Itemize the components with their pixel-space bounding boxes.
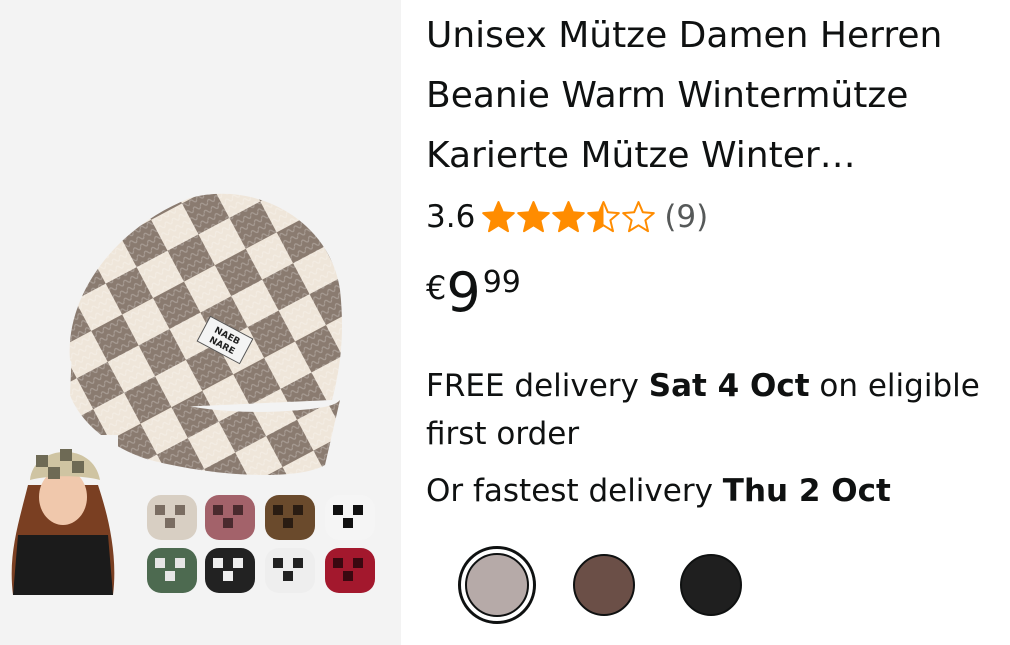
- currency-symbol: €: [426, 269, 447, 307]
- price: € 9 99: [426, 258, 521, 328]
- star-rating[interactable]: [481, 200, 656, 234]
- star-half-icon: [587, 201, 621, 233]
- delivery-prefix: FREE delivery: [426, 368, 649, 404]
- free-delivery-text: FREE delivery Sat 4 Oct on eligible firs…: [426, 362, 1001, 458]
- color-variants-thumbnail: [147, 495, 375, 593]
- fastest-prefix: Or fastest delivery: [426, 473, 723, 509]
- color-swatches: [458, 546, 758, 624]
- price-whole: 9: [446, 261, 481, 324]
- star-full-icon: [482, 201, 516, 233]
- rating-value: 3.6: [426, 199, 476, 235]
- product-image[interactable]: NAEB NARE: [0, 0, 401, 645]
- color-swatch-1[interactable]: [465, 553, 529, 617]
- color-swatch-3[interactable]: [680, 554, 742, 616]
- star-full-icon: [552, 201, 586, 233]
- price-fraction: 99: [482, 265, 521, 300]
- fastest-date: Thu 2 Oct: [722, 473, 891, 509]
- star-full-icon: [517, 201, 551, 233]
- star-empty-icon: [622, 201, 656, 233]
- fastest-delivery-text: Or fastest delivery Thu 2 Oct: [426, 469, 1001, 513]
- review-count[interactable]: (9): [664, 199, 708, 235]
- rating-row[interactable]: 3.6 (9): [426, 195, 708, 239]
- color-swatch-2[interactable]: [573, 554, 635, 616]
- model-thumbnail: [8, 435, 118, 595]
- delivery-date: Sat 4 Oct: [648, 368, 810, 404]
- product-title[interactable]: Unisex Mütze Damen Herren Beanie Warm Wi…: [426, 6, 1001, 186]
